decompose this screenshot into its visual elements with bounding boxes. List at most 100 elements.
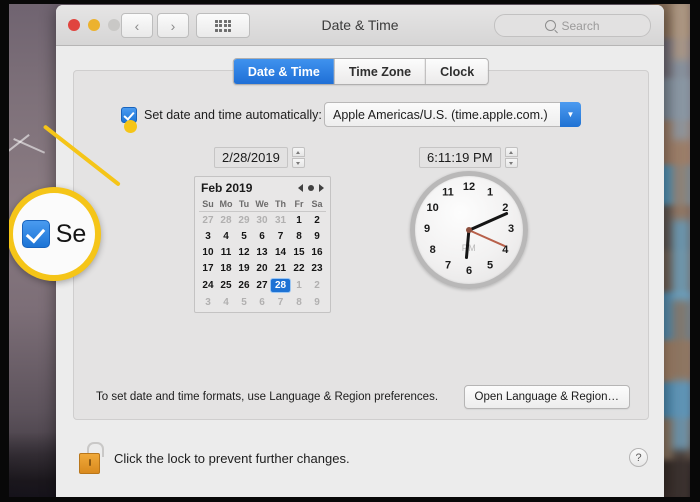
calendar-week-row: 27 28 29 30 31 1 2	[199, 212, 326, 229]
tab-time-zone[interactable]: Time Zone	[334, 59, 427, 84]
calendar-day[interactable]: 3	[199, 228, 217, 244]
calendar-day[interactable]: 6	[253, 228, 271, 244]
calendar-day[interactable]: 2	[308, 212, 326, 229]
calendar-day[interactable]: 2	[308, 276, 326, 294]
calendar-day-selected[interactable]: 28	[271, 278, 290, 292]
tab-date-time[interactable]: Date & Time	[233, 59, 335, 84]
calendar-day[interactable]: 8	[290, 228, 308, 244]
calendar-day[interactable]: 1	[290, 276, 308, 294]
calendar-day[interactable]: 10	[199, 244, 217, 260]
calendar-weekday: We	[252, 198, 271, 212]
calendar-week-row: 3456789	[199, 228, 326, 244]
window-titlebar: ‹ › Date & Time Search	[56, 5, 664, 46]
calendar-day[interactable]: 31	[271, 212, 290, 229]
calendar-day[interactable]: 6	[253, 294, 271, 310]
background-color-strip-outer	[672, 0, 690, 502]
calendar-nav	[298, 184, 324, 192]
calendar-day[interactable]: 9	[308, 228, 326, 244]
clock-numeral: 8	[429, 244, 436, 256]
calendar-day[interactable]: 5	[235, 228, 253, 244]
calendar-day[interactable]: 9	[308, 294, 326, 310]
calendar-day[interactable]: 5	[235, 294, 253, 310]
clock-numeral: 9	[423, 223, 431, 235]
calendar-day[interactable]: 14	[271, 244, 290, 260]
calendar-day[interactable]: 12	[235, 244, 253, 260]
unlocked-padlock-icon[interactable]	[78, 442, 104, 474]
calendar-day[interactable]: 20	[253, 260, 271, 276]
triangle-left-icon[interactable]	[298, 184, 303, 192]
triangle-right-icon[interactable]	[319, 184, 324, 192]
calendar-day[interactable]: 11	[217, 244, 235, 260]
clock-numeral: 4	[502, 244, 509, 256]
calendar-day[interactable]: 21	[271, 260, 290, 276]
date-value[interactable]: 2/28/2019	[214, 147, 288, 168]
help-button[interactable]: ?	[629, 448, 648, 467]
date-time-preferences-window: ‹ › Date & Time Search Date & Time Time …	[56, 5, 664, 497]
calendar-day[interactable]: 8	[290, 294, 308, 310]
calendar-day[interactable]: 7	[271, 294, 290, 310]
calendar-day[interactable]: 27	[253, 276, 271, 294]
calendar-day[interactable]: 16	[308, 244, 326, 260]
time-server-value: Apple Americas/U.S. (time.apple.com.)	[333, 107, 548, 122]
preferences-panel: Date & Time Time Zone Clock Set date and…	[73, 58, 649, 420]
calendar-month-label: Feb 2019	[201, 181, 253, 195]
chevron-down-icon[interactable]: ▼	[560, 102, 581, 127]
clock-numeral: 5	[486, 259, 494, 272]
clock-numeral: 11	[442, 186, 454, 199]
calendar-day[interactable]: 26	[235, 276, 253, 294]
dot-icon[interactable]	[308, 185, 314, 191]
callout-magnifier: Se	[7, 187, 101, 281]
search-field[interactable]: Search	[494, 14, 651, 37]
letterbox-right	[690, 0, 700, 502]
clock-numeral: 1	[486, 186, 494, 199]
clock-numeral: 7	[444, 259, 452, 272]
calendar-day[interactable]: 24	[199, 276, 217, 294]
calendar-day[interactable]: 19	[235, 260, 253, 276]
callout-label: Se	[55, 219, 87, 248]
calendar-day[interactable]: 30	[253, 212, 271, 229]
calendar-day[interactable]: 29	[235, 212, 253, 229]
clock-numeral: 6	[465, 265, 473, 277]
set-automatically-row: Set date and time automatically:	[121, 107, 322, 123]
clock-numeral: 2	[502, 202, 509, 214]
calendar-day[interactable]: 3	[199, 294, 217, 310]
calendar-day[interactable]: 7	[271, 228, 290, 244]
calendar-day[interactable]: 25	[217, 276, 235, 294]
time-stepper-arrows-icon[interactable]	[504, 147, 518, 168]
calendar-day[interactable]: 28	[271, 276, 290, 294]
calendar-day[interactable]: 18	[217, 260, 235, 276]
callout-anchor-dot	[124, 120, 137, 133]
calendar-day[interactable]: 27	[199, 212, 217, 229]
date-stepper-field[interactable]: 2/28/2019	[214, 147, 305, 168]
calendar-week-row: 10 11 12 13 14 15 16	[199, 244, 326, 260]
calendar-day[interactable]: 4	[217, 294, 235, 310]
time-stepper-field[interactable]: 6:11:19 PM	[419, 147, 518, 168]
tab-clock[interactable]: Clock	[426, 59, 489, 84]
calendar-weekday: Sa	[307, 198, 326, 212]
open-language-region-button[interactable]: Open Language & Region…	[463, 385, 630, 409]
clock-center-pin	[466, 227, 472, 233]
time-server-popup-button[interactable]: Apple Americas/U.S. (time.apple.com.) ▼	[324, 102, 581, 127]
window-body: Date & Time Time Zone Clock Set date and…	[56, 46, 664, 497]
calendar-day[interactable]: 23	[308, 260, 326, 276]
calendar-grid: Su Mo Tu We Th Fr Sa 27 28 29 30 31 1 2 3 4 5 6 7 8 9 10 11 12…	[199, 198, 326, 310]
letterbox-top	[0, 0, 700, 4]
calendar-weekday: Su	[199, 198, 217, 212]
calendar-day[interactable]: 13	[253, 244, 271, 260]
clock-face: PM 12 1 2 3 4 5 6 7 8 9 10 11	[410, 171, 528, 289]
date-stepper-arrows-icon[interactable]	[291, 147, 305, 168]
calendar-day[interactable]: 28	[217, 212, 235, 229]
calendar-day[interactable]: 4	[217, 228, 235, 244]
calendar-day[interactable]: 1	[290, 212, 308, 229]
calendar-day[interactable]: 15	[290, 244, 308, 260]
calendar-days: 27 28 29 30 31 1 2 3 4 5 6 7 8 9 10 11 12 13 14 15 16 17 18 19 2…	[199, 212, 326, 311]
calendar-widget[interactable]: Feb 2019 Su Mo Tu We Th Fr Sa 27 28 29 30 31 1 2 3 4 5 6…	[194, 176, 331, 313]
clock-numeral: 3	[507, 223, 515, 235]
calendar-week-row: 17 18 19 20 21 22 23	[199, 260, 326, 276]
calendar-day[interactable]: 22	[290, 260, 308, 276]
calendar-day[interactable]: 17	[199, 260, 217, 276]
analog-clock: PM 12 1 2 3 4 5 6 7 8 9 10 11	[410, 171, 528, 289]
search-placeholder: Search	[561, 18, 600, 33]
clock-minute-hand	[468, 211, 508, 232]
time-value[interactable]: 6:11:19 PM	[419, 147, 501, 168]
